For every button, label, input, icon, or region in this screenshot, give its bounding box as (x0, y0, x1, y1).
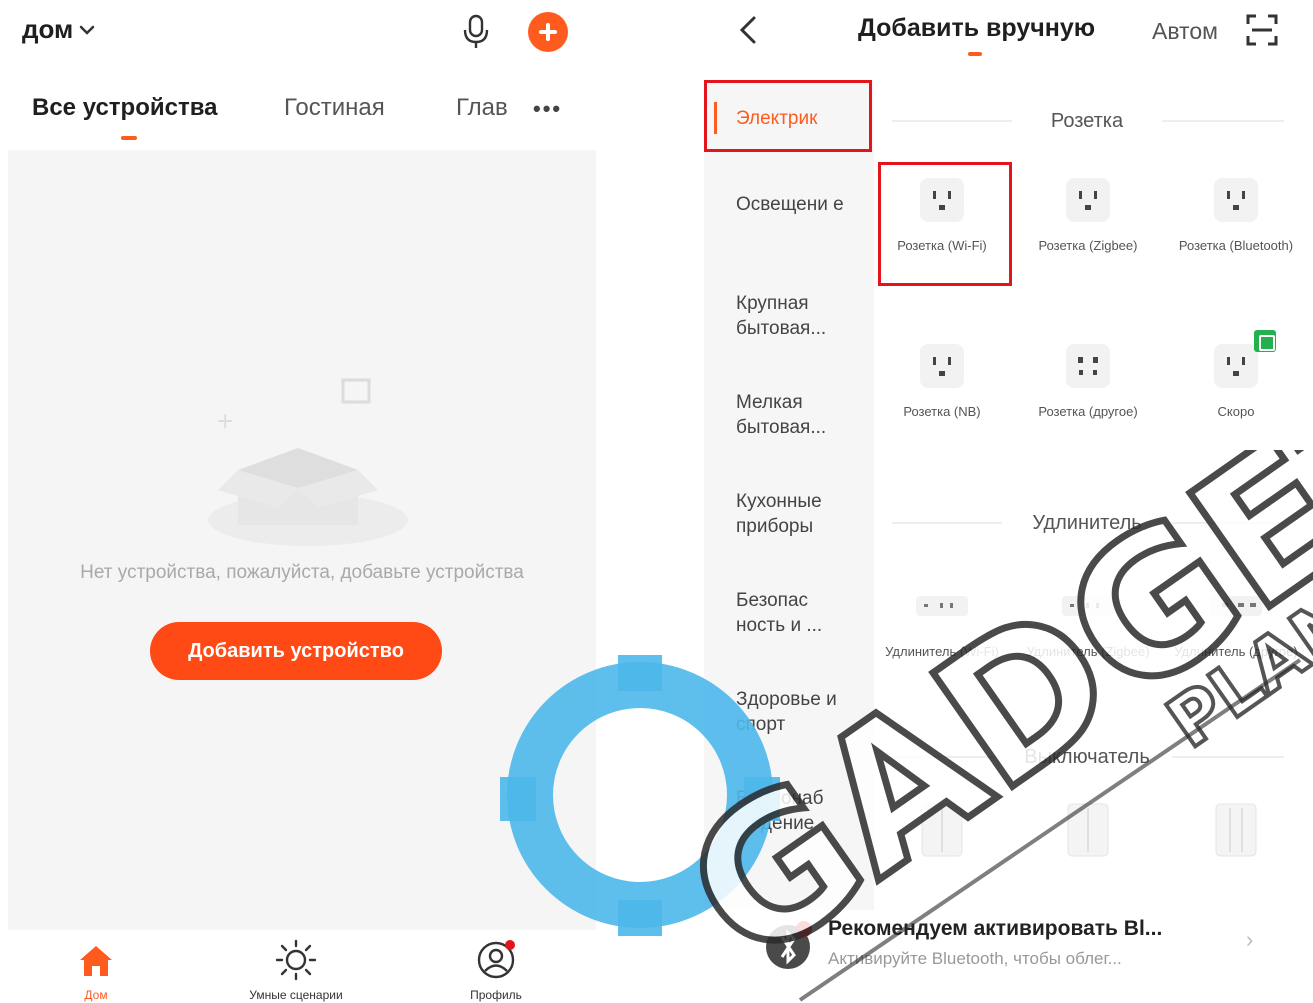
sun-icon (275, 939, 317, 981)
category-electric[interactable]: Электрик (736, 106, 856, 131)
tab-active-indicator (121, 136, 137, 140)
device-socket-wifi[interactable]: Розетка (Wi-Fi) (878, 172, 1006, 256)
chevron-right-icon: › (1246, 927, 1254, 952)
nav-profile[interactable]: Профиль (416, 938, 576, 1002)
section-divider (1162, 120, 1284, 122)
device-socket-bluetooth[interactable]: Розетка (Bluetooth) (1172, 172, 1300, 256)
switch-icon[interactable] (1208, 800, 1264, 860)
home-icon (80, 946, 112, 976)
power-strip-icon (916, 596, 968, 616)
socket-icon (1066, 344, 1110, 388)
category-sidebar: Электрик Освещени е Крупная бытовая... М… (704, 80, 874, 910)
category-security[interactable]: Безопас ность и ... (736, 588, 856, 638)
switch-icon[interactable] (914, 800, 970, 860)
home-screen: дом Все устройства Гостиная Глав ••• + Н… (0, 0, 600, 1003)
section-divider (1172, 756, 1284, 758)
socket-icon (920, 178, 964, 222)
power-strip-icon (1210, 596, 1262, 616)
section-divider (1172, 522, 1284, 524)
tab-all-devices[interactable]: Все устройства (32, 94, 218, 122)
nav-home[interactable]: Дом (16, 938, 176, 1002)
room-tabs: Все устройства Гостиная Глав ••• (0, 86, 600, 146)
scan-icon[interactable] (1244, 12, 1280, 48)
add-device-button[interactable]: Добавить устройство (150, 622, 442, 680)
new-badge-icon (1254, 330, 1276, 352)
recommendation-title: Рекомендуем активировать Bl... (828, 917, 1163, 940)
device-socket-zigbee[interactable]: Розетка (Zigbee) (1024, 172, 1152, 256)
device-coming-soon[interactable]: Скоро (1172, 338, 1300, 422)
device-name: Удлинитель (Wi-Fi) (885, 644, 999, 659)
bluetooth-icon (766, 921, 812, 969)
category-lighting[interactable]: Освещени е (736, 192, 856, 217)
section-title-socket: Розетка (1050, 110, 1124, 132)
device-name: Розетка (Zigbee) (1038, 238, 1138, 253)
tab-active-indicator (968, 52, 982, 56)
tab-main[interactable]: Глав (456, 94, 508, 122)
category-large-appliances[interactable]: Крупная бытовая... (736, 291, 856, 341)
device-name: Удлинитель (другое) (1174, 644, 1298, 659)
bottom-navigation: Дом Умные сценарии Профиль (0, 930, 600, 1003)
device-extension-other[interactable]: Удлинитель (другое) (1172, 578, 1300, 662)
home-title: дом (22, 14, 74, 44)
section-divider (892, 522, 1002, 524)
empty-box-illustration: + (208, 378, 408, 546)
chevron-down-icon (80, 25, 95, 35)
power-strip-icon (1062, 596, 1114, 616)
add-device-manual-screen: Добавить вручную Автом Электрик Освещени… (686, 0, 1313, 1003)
device-extension-wifi[interactable]: Удлинитель (Wi-Fi) (878, 578, 1006, 662)
tab-auto-scan[interactable]: Автом (1152, 18, 1218, 45)
socket-icon (1214, 178, 1258, 222)
device-name: Розетка (NB) (903, 404, 981, 419)
profile-icon (477, 940, 515, 979)
device-name: Розетка (Wi-Fi) (897, 238, 987, 253)
section-title-switch: Выключатель (1024, 746, 1150, 768)
microphone-icon[interactable] (460, 14, 492, 50)
socket-icon (920, 344, 964, 388)
back-arrow-icon[interactable] (736, 14, 760, 46)
section-title-extension: Удлинитель (1032, 512, 1142, 534)
device-list-empty: + Нет устройства, пожалуйста, добавьте у… (8, 150, 596, 930)
category-small-appliances[interactable]: Мелкая бытовая... (736, 390, 856, 440)
socket-icon (1066, 178, 1110, 222)
svg-text:+: + (216, 409, 234, 434)
device-name: Скоро (1217, 404, 1255, 419)
device-socket-other[interactable]: Розетка (другое) (1024, 338, 1152, 422)
nav-smart-scenes-label: Умные сценарии (249, 988, 343, 1002)
page-title[interactable]: Добавить вручную (858, 14, 1095, 43)
empty-state-message: Нет устройства, пожалуйста, добавьте уст… (80, 562, 524, 583)
device-extension-zigbee[interactable]: Удлинитель (Zigbee) (1024, 578, 1152, 662)
tab-living-room[interactable]: Гостиная (284, 94, 385, 122)
device-name: Удлинитель (Zigbee) (1026, 644, 1150, 659)
nav-smart-scenes[interactable]: Умные сценарии (216, 938, 376, 1002)
nav-profile-label: Профиль (470, 988, 522, 1002)
section-divider (892, 756, 1002, 758)
switch-icon[interactable] (1060, 800, 1116, 860)
device-name: Розетка (другое) (1038, 404, 1138, 419)
more-icon[interactable]: ••• (533, 96, 562, 122)
category-health[interactable]: Здоровье и спорт (736, 687, 856, 737)
category-kitchen[interactable]: Кухонные приборы (736, 489, 856, 539)
recommendation-subtitle: Активируйте Bluetooth, чтобы облег... (828, 949, 1122, 968)
bluetooth-recommendation[interactable]: Рекомендуем активировать Bl... Активируй… (758, 905, 1313, 985)
add-icon[interactable] (528, 12, 568, 52)
nav-home-label: Дом (84, 988, 108, 1002)
device-name: Розетка (Bluetooth) (1178, 238, 1294, 253)
home-selector[interactable]: дом (22, 14, 95, 45)
section-divider (892, 120, 1012, 122)
device-socket-nb[interactable]: Розетка (NB) (878, 338, 1006, 422)
category-video[interactable]: Видеонаб людение (736, 786, 856, 836)
